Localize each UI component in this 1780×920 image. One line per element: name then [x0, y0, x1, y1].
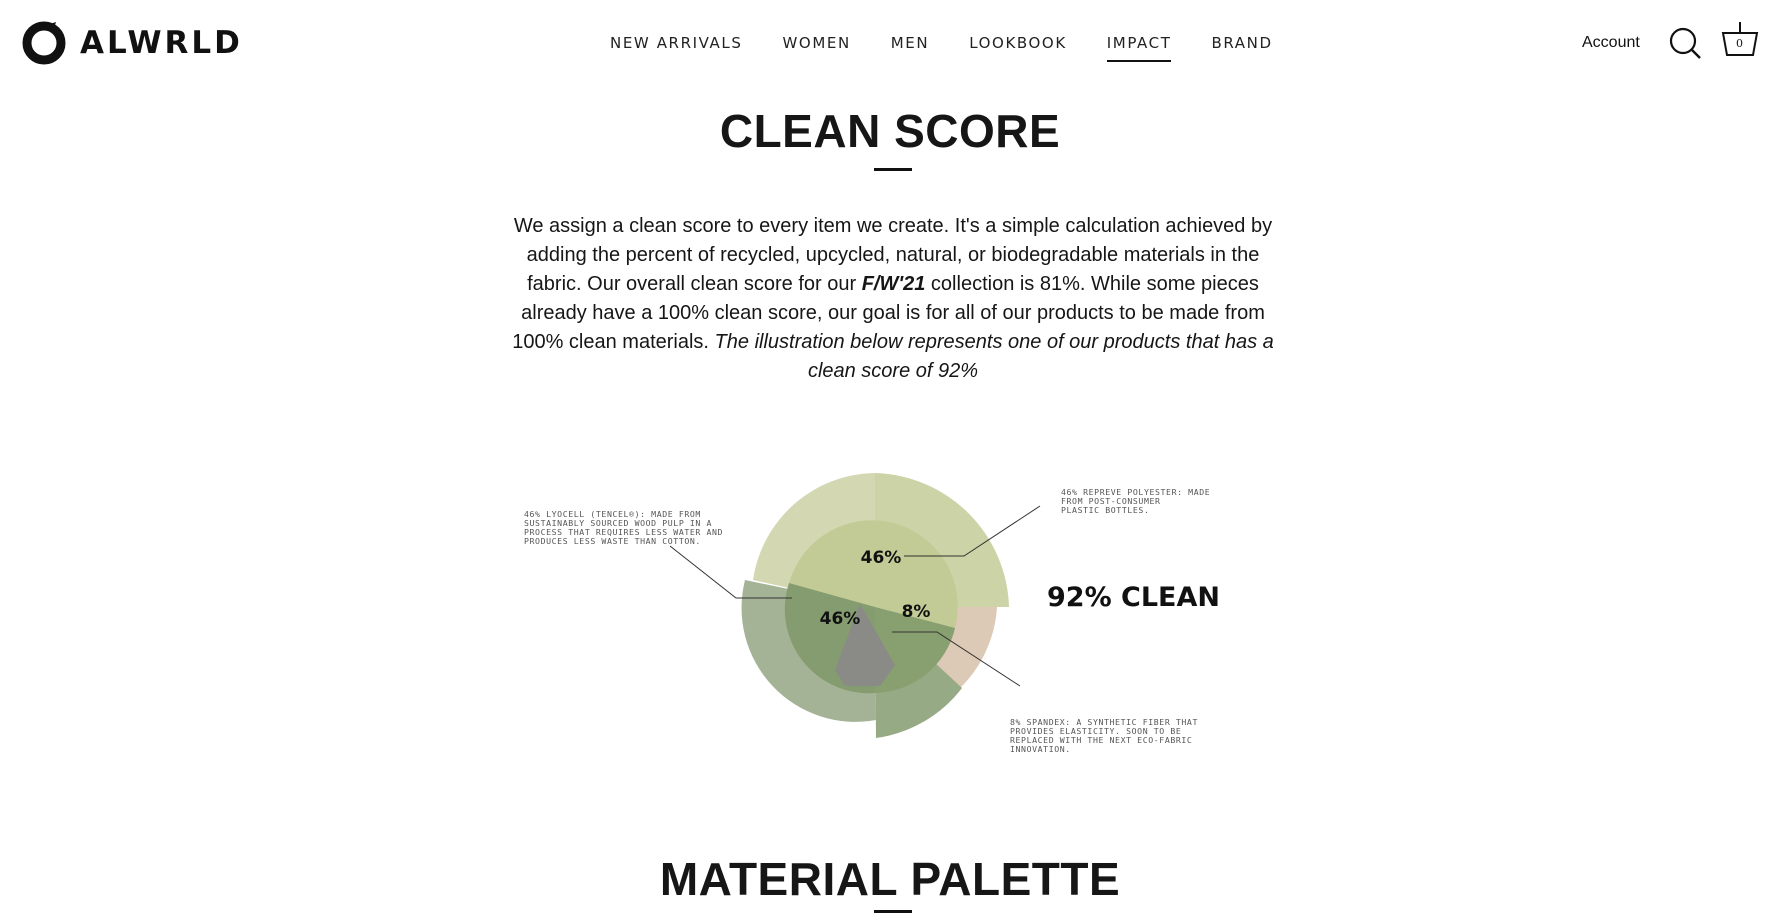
nav-item-new-arrivals[interactable]: NEW ARRIVALS [610, 34, 742, 62]
callout-lyocell-line-4: PRODUCES LESS WASTE THAN COTTON. [524, 536, 701, 546]
slice-label-polyester: 46% [861, 548, 902, 568]
account-link[interactable]: Account [1582, 34, 1640, 52]
clean-score-description: We assign a clean score to every item we… [505, 212, 1281, 386]
callout-spandex-line-4: INNOVATION. [1010, 744, 1071, 754]
nav-item-brand[interactable]: BRAND [1211, 34, 1272, 62]
collection-name: F/W'21 [861, 273, 926, 295]
main-nav: NEW ARRIVALS WOMEN MEN LOOKBOOK IMPACT B… [610, 34, 1313, 62]
clean-score-title: CLEAN SCORE [719, 105, 1061, 157]
clean-score-chart: 46% 46% 8% 46% REPREVE POLYESTER: MADE F… [524, 473, 1220, 754]
cart-count: 0 [1736, 37, 1743, 50]
callout-polyester-line-3: PLASTIC BOTTLES. [1061, 505, 1149, 515]
nav-item-lookbook[interactable]: LOOKBOOK [969, 34, 1067, 62]
site-header: ALWRLD NEW ARRIVALS WOMEN MEN LOOKBOOK I… [0, 0, 1780, 88]
material-palette-title: MATERIAL PALETTE [659, 853, 1121, 905]
nav-item-women[interactable]: WOMEN [782, 34, 850, 62]
slice-label-lyocell: 46% [820, 609, 861, 629]
search-icon[interactable] [1668, 26, 1702, 60]
illustration-note: The illustration below represents one of… [714, 331, 1274, 382]
brand-name: ALWRLD [80, 25, 243, 61]
title-underline [874, 168, 912, 171]
nav-item-men[interactable]: MEN [891, 34, 929, 62]
nav-item-impact[interactable]: IMPACT [1106, 34, 1172, 62]
slice-label-spandex: 8% [902, 602, 931, 622]
title-underline-2 [874, 910, 912, 913]
logo-ring-icon [22, 21, 66, 65]
clean-score-summary: 92% CLEAN [1047, 582, 1220, 613]
brand-logo[interactable]: ALWRLD [20, 19, 243, 67]
